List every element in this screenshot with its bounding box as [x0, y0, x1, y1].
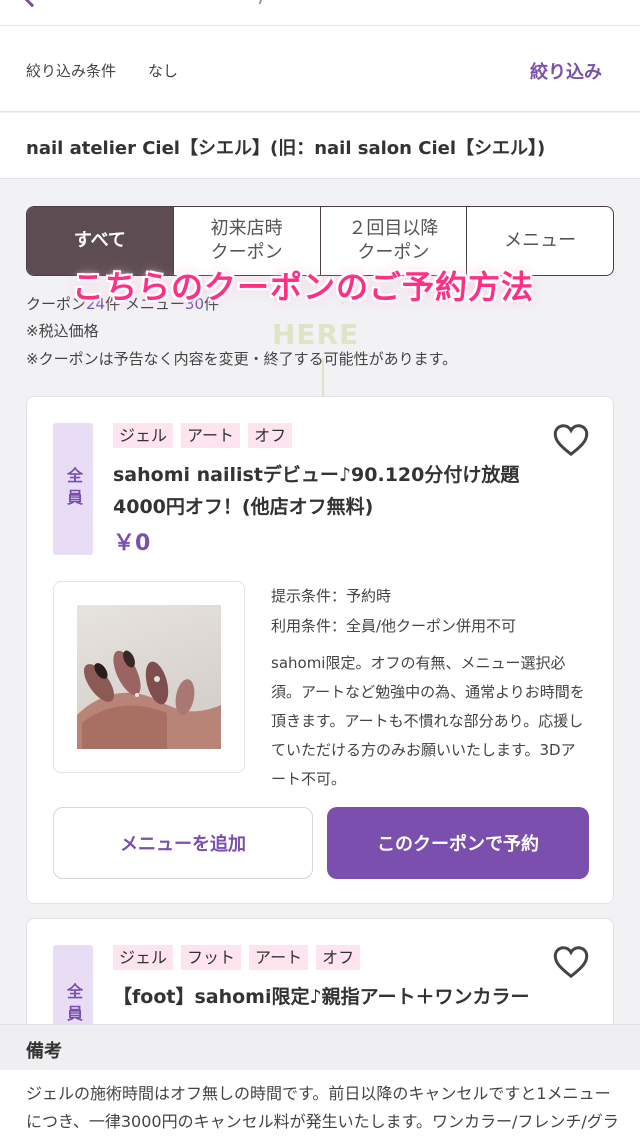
use-condition: 利用条件：全員/他クーポン併用不可: [271, 617, 517, 635]
overlay-caption: こちらのクーポンのご予約方法: [72, 268, 535, 306]
remarks-section: 備考 ジェルの施術時間はオフ無しの時間です。前日以降のキャンセルですと1メニュー…: [0, 1024, 640, 1136]
salon-name: nail atelier Ciel【シエル】(旧：nail salon Ciel…: [26, 138, 546, 159]
coupon-conditions: 提示条件：予約時 利用条件：全員/他クーポン併用不可: [271, 581, 516, 641]
favorite-heart-icon[interactable]: [553, 423, 589, 457]
coupon-title[interactable]: 【foot】sahomi限定♪親指アート＋ワンカラー: [113, 981, 553, 1013]
tag-off: オフ: [316, 945, 361, 970]
remarks-header: 備考: [0, 1024, 640, 1070]
coupon-photo-frame: [53, 581, 245, 773]
coupon-description: sahomi限定。オフの有無、メニュー選択必須。アートなど勉強中の為、通常よりお…: [271, 654, 585, 788]
coupon-price: ￥0: [113, 531, 151, 556]
here-annotation: HERE: [272, 318, 360, 351]
tag-off: オフ: [248, 423, 293, 448]
reserve-with-coupon-button[interactable]: このクーポンで予約: [327, 807, 589, 879]
nail-photo: [77, 605, 221, 749]
filter-label: 絞り込み条件: [26, 62, 117, 80]
tag-list: ジェル フット アート オフ: [113, 945, 361, 970]
tag-foot: フット: [181, 945, 242, 970]
coupon-card: 全員 ジェル アート オフ sahomi nailistデビュー♪90.120分…: [26, 396, 614, 904]
tag-art: アート: [181, 423, 241, 448]
nail-photo-drawing: [77, 650, 221, 749]
back-chevron-icon[interactable]: [20, 0, 44, 8]
present-condition: 提示条件：予約時: [271, 587, 392, 605]
tag-art: アート: [249, 945, 309, 970]
change-note: ※クーポンは予告なく内容を変更・終了する可能性があります。: [26, 350, 458, 368]
favorite-heart-icon[interactable]: [553, 945, 589, 979]
remarks-text: ジェルの施術時間はオフ無しの時間です。前日以降のキャンセルですと1メニューにつき…: [26, 1084, 619, 1131]
tag-gel: ジェル: [113, 945, 174, 970]
filter-button[interactable]: 絞り込み: [530, 58, 602, 84]
add-menu-button[interactable]: メニューを追加: [53, 807, 313, 879]
tag-gel: ジェル: [113, 423, 174, 448]
remarks-title: 備考: [26, 1041, 62, 1062]
strip-mark: [258, 0, 272, 4]
target-badge: 全員: [53, 423, 93, 555]
tag-list: ジェル アート オフ: [113, 423, 293, 448]
coupon-title[interactable]: sahomi nailistデビュー♪90.120分付け放題4000円オフ！(他…: [113, 459, 553, 523]
filter-value: なし: [148, 62, 179, 80]
tax-note: ※税込価格: [26, 322, 99, 340]
top-strip: [0, 0, 640, 26]
